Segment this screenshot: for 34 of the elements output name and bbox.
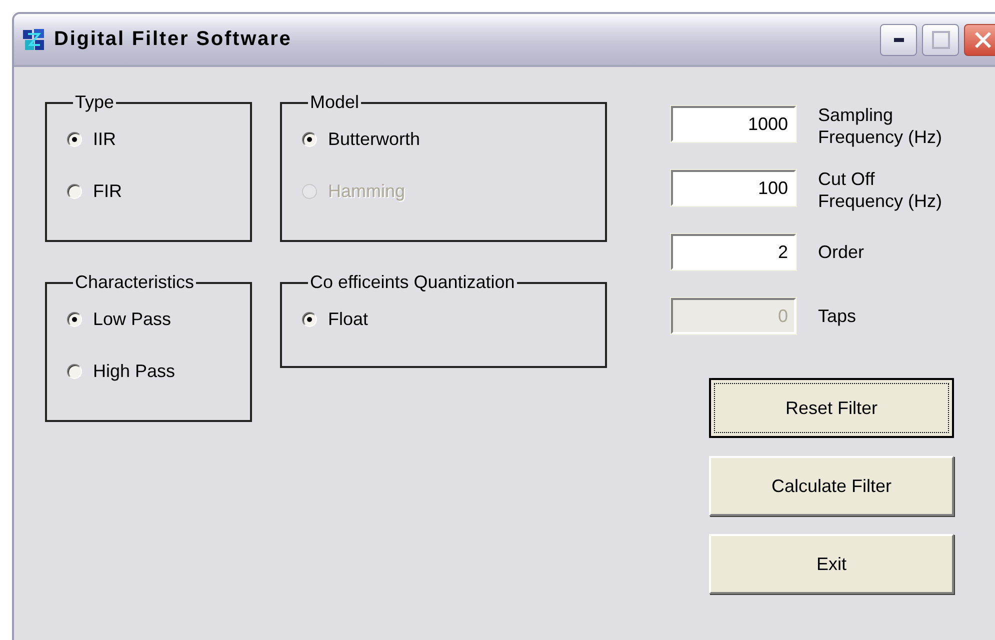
radio-button[interactable] xyxy=(67,364,82,378)
radio-label: FIR xyxy=(93,180,122,202)
group-title: Type xyxy=(74,92,116,113)
push-button[interactable]: Reset Filter xyxy=(709,378,954,438)
field-label: Cut Off Frequency (Hz) xyxy=(818,168,944,212)
radio-label: IIR xyxy=(93,128,116,150)
radio-label: Float xyxy=(328,308,368,330)
push-button[interactable]: Exit xyxy=(709,534,954,594)
close-button[interactable] xyxy=(964,24,995,56)
radio-label: Butterworth xyxy=(328,128,420,150)
radio-label: Hamming xyxy=(328,180,406,202)
minimize-button[interactable] xyxy=(880,24,917,56)
radio-label: High Pass xyxy=(93,360,176,382)
close-icon xyxy=(972,30,992,50)
radio-label: Low Pass xyxy=(93,308,172,330)
push-button[interactable]: Calculate Filter xyxy=(709,456,954,516)
input-field[interactable]: 2 xyxy=(671,234,796,270)
radio-button[interactable] xyxy=(302,312,317,326)
app-icon xyxy=(22,28,46,52)
field-label: Order xyxy=(818,241,866,263)
input-field[interactable]: 100 xyxy=(671,170,796,206)
window-title: Digital Filter Software xyxy=(54,28,293,51)
field-label: Sampling Frequency (Hz) xyxy=(818,104,944,148)
radio-button[interactable] xyxy=(67,184,82,198)
group-title: Characteristics xyxy=(74,272,196,293)
maximize-button[interactable] xyxy=(922,24,959,56)
group-title: Model xyxy=(309,92,360,113)
maximize-icon xyxy=(932,30,950,48)
radio-button[interactable] xyxy=(302,132,317,146)
field-label: Taps xyxy=(818,305,858,327)
radio-button[interactable] xyxy=(67,132,82,146)
radio-button[interactable] xyxy=(67,312,82,326)
group-title: Co efficeints Quantization xyxy=(309,272,516,293)
input-field[interactable]: 1000 xyxy=(671,106,796,142)
